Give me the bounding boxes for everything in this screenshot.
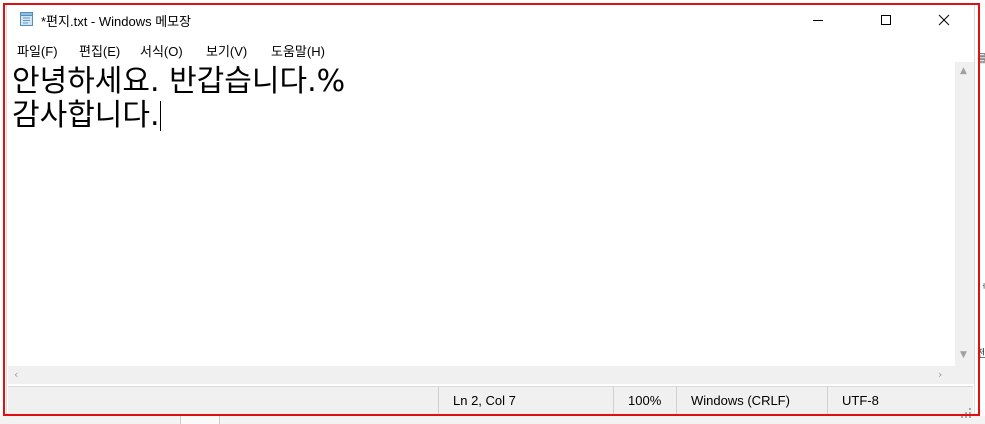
text-caret (159, 101, 161, 131)
title-bar[interactable]: *편지.txt - Windows 메모장 (7, 5, 974, 36)
background-fragment: 를 (977, 52, 985, 65)
menu-bar: 파일(F) 편집(E) 서식(O) 보기(V) 도움말(H) (7, 38, 974, 60)
menu-edit[interactable]: 편집(E) (79, 41, 120, 60)
resize-grip-icon[interactable] (961, 403, 971, 418)
menu-file[interactable]: 파일(F) (17, 41, 58, 60)
status-cursor-position: Ln 2, Col 7 (438, 387, 613, 415)
editor-line: 감사합니다. (12, 98, 160, 133)
scrollbar-corner (955, 366, 974, 384)
close-icon (938, 11, 950, 30)
background-window-bottom (0, 416, 985, 424)
editor-content[interactable]: 안녕하세요. 반갑습니다.% 감사합니다. (12, 65, 345, 133)
scroll-down-icon[interactable]: ▼ (960, 350, 967, 360)
maximize-button[interactable] (863, 5, 909, 36)
status-line-ending: Windows (CRLF) (676, 387, 827, 415)
minimize-button[interactable] (795, 5, 841, 36)
notepad-window: *편지.txt - Windows 메모장 파일(F) 편집(E) 서식(O) … (6, 4, 975, 418)
background-tab (180, 416, 220, 424)
minimize-icon (812, 11, 824, 30)
background-fragment: 젠 (977, 347, 985, 360)
scroll-up-icon[interactable]: ▲ (960, 66, 967, 76)
status-bar: Ln 2, Col 7 100% Windows (CRLF) UTF-8 (8, 386, 973, 418)
background-fragment: ᅦ (977, 282, 985, 295)
status-zoom: 100% (613, 387, 676, 415)
close-button[interactable] (921, 5, 967, 36)
text-editor[interactable]: 안녕하세요. 반갑습니다.% 감사합니다. (8, 62, 955, 366)
background-window-edge: 를 ᅦ 젠 (977, 0, 985, 424)
vertical-scrollbar[interactable]: ▲ ▼ (955, 62, 974, 366)
menu-view[interactable]: 보기(V) (206, 41, 247, 60)
window-title: *편지.txt - Windows 메모장 (41, 14, 192, 29)
menu-format[interactable]: 서식(O) (140, 41, 183, 60)
maximize-icon (880, 11, 892, 30)
horizontal-scrollbar[interactable]: ‹ › (8, 366, 955, 384)
notepad-icon (19, 11, 35, 27)
status-encoding: UTF-8 (827, 387, 973, 415)
scroll-right-icon[interactable]: › (938, 368, 942, 381)
scroll-left-icon[interactable]: ‹ (14, 368, 18, 381)
menu-help[interactable]: 도움말(H) (271, 41, 325, 60)
editor-line: 안녕하세요. 반갑습니다.% (12, 64, 346, 99)
